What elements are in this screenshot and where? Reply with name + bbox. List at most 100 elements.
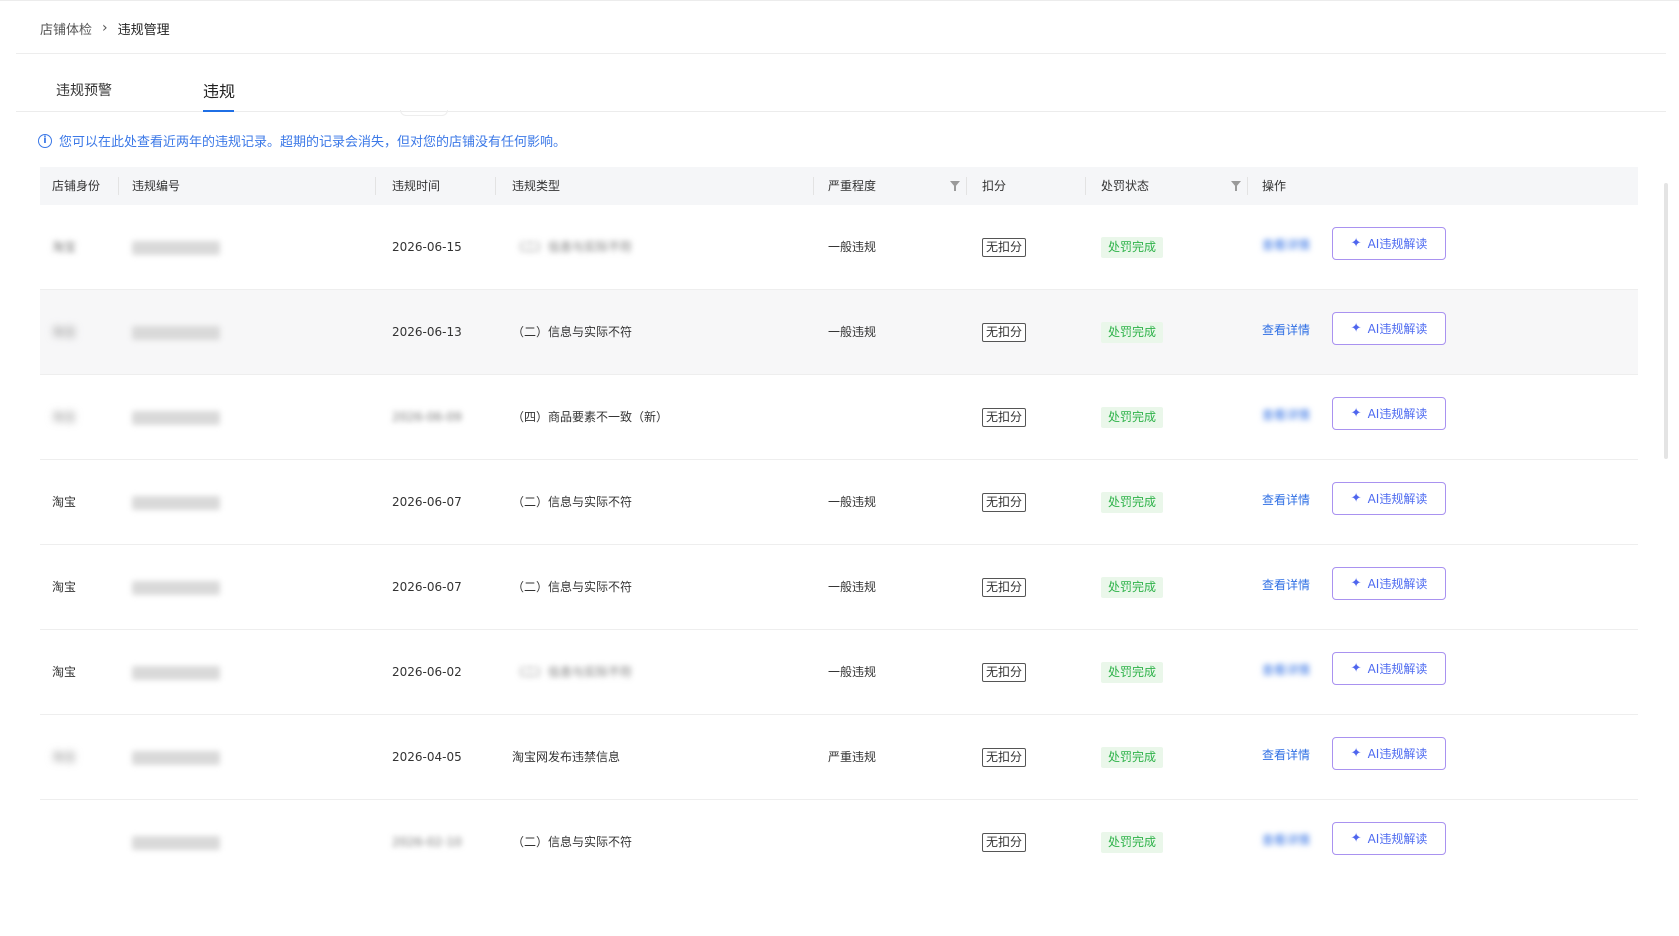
sparkle-icon: ✦ [1350,491,1362,506]
violation-id-masked [132,290,220,374]
deduction-badge: 无扣分 [982,408,1027,427]
violation-type: （二）信息与实际不符 [512,835,633,849]
header-violation-time: 违规时间 [392,179,441,193]
violation-type: （二）信息与实际不符 [512,665,633,679]
ai-button-label: AI违规解读 [1367,492,1428,506]
header-divider [813,177,814,195]
table-row: 淘宝 2026-06-15 （二）信息与实际不符 一般违规 无扣分 处罚完成 查… [40,205,1638,290]
header-shop-identity: 店铺身份 [52,179,101,193]
view-detail-link[interactable]: 查看详情 [1262,630,1310,710]
violation-id-masked [132,375,220,459]
ai-button-label: AI违规解读 [1367,322,1428,336]
ai-interpretation-button[interactable]: ✦ AI违规解读 [1332,227,1446,260]
sparkle-icon: ✦ [1350,236,1362,251]
violation-time: 2026-06-13 [392,325,462,339]
shop-identity: 淘宝 [52,240,77,254]
deduction-badge: 无扣分 [982,833,1027,852]
header-divider [375,177,376,195]
breadcrumb-parent[interactable]: 店铺体检 [40,19,92,38]
tab-decoration [400,110,448,116]
header-deduction: 扣分 [982,179,1007,193]
status-badge: 处罚完成 [1101,577,1164,598]
header-divider [495,177,496,195]
header-violation-id: 违规编号 [132,179,181,193]
table-row: 淘宝 2026-06-07 （二）信息与实际不符 一般违规 无扣分 处罚完成 查… [40,545,1638,630]
status-badge: 处罚完成 [1101,832,1164,853]
tab-bar: 违规预警 违规 [16,70,1666,116]
ai-button-label: AI违规解读 [1367,662,1428,676]
status-badge: 处罚完成 [1101,747,1164,768]
table-row: 淘宝 2026-04-05 淘宝网发布违禁信息 严重违规 无扣分 处罚完成 查看… [40,715,1638,800]
deduction-badge: 无扣分 [982,748,1027,767]
view-detail-link[interactable]: 查看详情 [1262,715,1310,795]
deduction-badge: 无扣分 [982,578,1027,597]
ai-interpretation-button[interactable]: ✦ AI违规解读 [1332,482,1446,515]
tab-violation-warning[interactable]: 违规预警 [56,80,112,100]
violation-time: 2026-06-02 [392,665,462,679]
view-detail-link[interactable]: 查看详情 [1262,800,1310,880]
table-header: 店铺身份 违规编号 违规时间 违规类型 严重程度 扣分 处罚状态 操作 [40,167,1638,205]
view-detail-link[interactable]: 查看详情 [1262,205,1310,285]
violation-id-masked [132,205,220,289]
shop-identity: 淘宝 [52,750,77,764]
ai-interpretation-button[interactable]: ✦ AI违规解读 [1332,652,1446,685]
active-tab-indicator [203,110,234,112]
shop-identity: 淘宝 [52,325,77,339]
violation-type: （二）信息与实际不符 [512,325,633,339]
vertical-scrollbar[interactable] [1664,183,1668,459]
tab-violation[interactable]: 违规 [203,78,235,102]
status-badge: 处罚完成 [1101,322,1164,343]
sparkle-icon: ✦ [1350,746,1362,761]
status-badge: 处罚完成 [1101,237,1164,258]
violation-type: （二）信息与实际不符 [512,240,633,254]
violation-type: （二）信息与实际不符 [512,580,633,594]
header-divider [1085,177,1086,195]
status-badge: 处罚完成 [1101,407,1164,428]
shop-identity: 淘宝 [52,495,77,509]
deduction-badge: 无扣分 [982,238,1027,257]
violation-id-masked [132,715,220,799]
header-violation-type: 违规类型 [512,179,561,193]
breadcrumb-divider [16,53,1666,54]
shop-identity: 淘宝 [52,580,77,594]
ai-button-label: AI违规解读 [1367,747,1428,761]
severity: 一般违规 [828,240,877,254]
notice-text: 您可以在此处查看近两年的违规记录。超期的记录会消失，但对您的店铺没有任何影响。 [59,135,567,150]
deduction-badge: 无扣分 [982,663,1027,682]
violation-type: （四）商品要素不一致（新） [512,410,669,424]
ai-interpretation-button[interactable]: ✦ AI违规解读 [1332,567,1446,600]
violation-table: 店铺身份 违规编号 违规时间 违规类型 严重程度 扣分 处罚状态 操作 淘宝 2… [40,167,1638,885]
ai-button-label: AI违规解读 [1367,407,1428,421]
deduction-badge: 无扣分 [982,323,1027,342]
sparkle-icon: ✦ [1350,406,1362,421]
status-badge: 处罚完成 [1101,492,1164,513]
status-badge: 处罚完成 [1101,662,1164,683]
ai-interpretation-button[interactable]: ✦ AI违规解读 [1332,737,1446,770]
severity: 一般违规 [828,665,877,679]
violation-id-masked [132,460,220,544]
filter-icon[interactable] [1231,181,1241,191]
view-detail-link[interactable]: 查看详情 [1262,460,1310,540]
sparkle-icon: ✦ [1350,831,1362,846]
view-detail-link[interactable]: 查看详情 [1262,290,1310,370]
severity: 一般违规 [828,580,877,594]
header-actions: 操作 [1262,179,1287,193]
table-row: 2026-02-10 （二）信息与实际不符 无扣分 处罚完成 查看详情 ✦ AI… [40,800,1638,885]
ai-interpretation-button[interactable]: ✦ AI违规解读 [1332,822,1446,855]
ai-interpretation-button[interactable]: ✦ AI违规解读 [1332,312,1446,345]
violation-type: 淘宝网发布违禁信息 [512,750,621,764]
table-row: 淘宝 2026-06-13 （二）信息与实际不符 一般违规 无扣分 处罚完成 查… [40,290,1638,375]
view-detail-link[interactable]: 查看详情 [1262,545,1310,625]
info-icon: i [38,133,52,148]
violation-time: 2026-04-05 [392,750,462,764]
severity: 一般违规 [828,325,877,339]
notice-banner: i 您可以在此处查看近两年的违规记录。超期的记录会消失，但对您的店铺没有任何影响… [38,131,566,150]
view-detail-link[interactable]: 查看详情 [1262,375,1310,455]
filter-icon[interactable] [950,181,960,191]
header-severity: 严重程度 [828,179,877,193]
table-row: 淘宝 2026-06-07 （二）信息与实际不符 一般违规 无扣分 处罚完成 查… [40,460,1638,545]
header-divider [966,177,967,195]
ai-interpretation-button[interactable]: ✦ AI违规解读 [1332,397,1446,430]
severity: 严重违规 [828,750,877,764]
shop-identity: 淘宝 [52,410,77,424]
